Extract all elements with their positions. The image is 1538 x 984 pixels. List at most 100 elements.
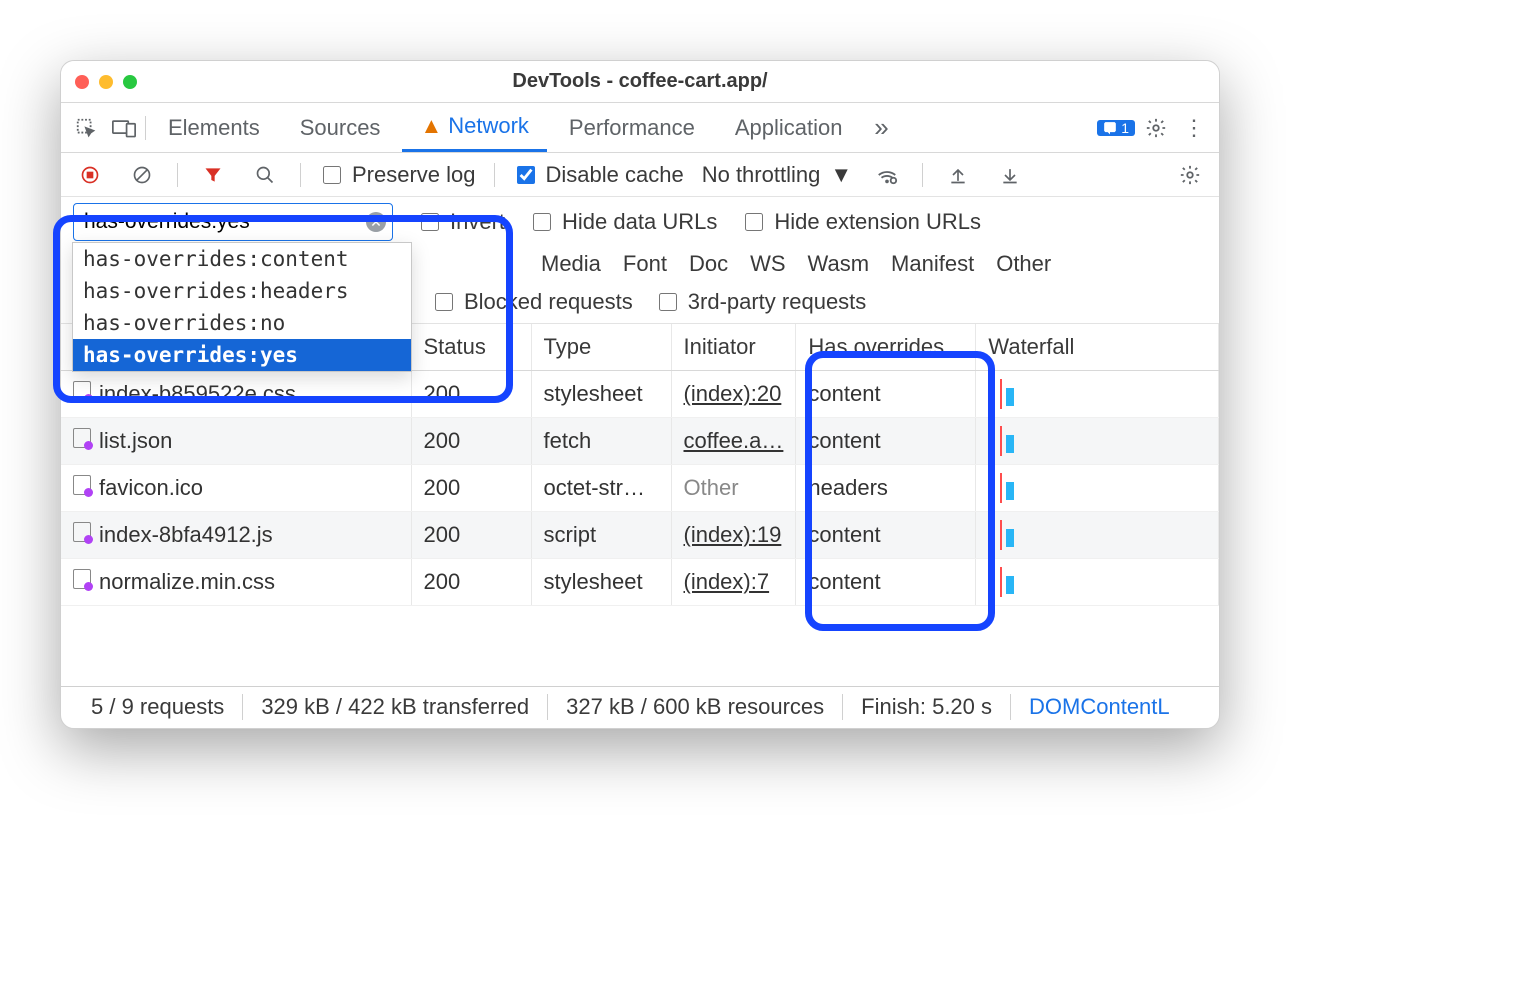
clear-filter-icon[interactable]: ✕	[366, 212, 386, 232]
waterfall-bar	[1006, 435, 1014, 453]
filter-input-wrap: ✕ has-overrides:contenthas-overrides:hea…	[73, 203, 393, 241]
inspect-icon[interactable]	[69, 111, 103, 145]
warning-icon: ▲	[420, 113, 442, 139]
table-row[interactable]: index-b859522e.css200stylesheet(index):2…	[61, 371, 1219, 418]
invert-checkbox[interactable]: Invert	[417, 209, 505, 235]
col-overrides[interactable]: Has overrides	[796, 324, 976, 371]
type-filter-wasm[interactable]: Wasm	[808, 251, 870, 277]
hide-ext-urls-checkbox[interactable]: Hide extension URLs	[741, 209, 981, 235]
cell-name: index-8bfa4912.js	[61, 512, 411, 559]
type-filter-font[interactable]: Font	[623, 251, 667, 277]
download-har-icon[interactable]	[993, 158, 1027, 192]
network-toolbar: Preserve log Disable cache No throttling…	[61, 153, 1219, 197]
tab-performance[interactable]: Performance	[551, 103, 713, 152]
blocked-requests-label: Blocked requests	[464, 289, 633, 315]
file-override-icon	[73, 475, 91, 495]
search-icon[interactable]	[248, 158, 282, 192]
cell-name: favicon.ico	[61, 465, 411, 512]
cell-initiator[interactable]: (index):7	[671, 559, 796, 606]
type-filter-doc[interactable]: Doc	[689, 251, 728, 277]
table-row[interactable]: index-8bfa4912.js200script(index):19cont…	[61, 512, 1219, 559]
errors-badge[interactable]: 1	[1097, 120, 1135, 136]
table-row[interactable]: list.json200fetchcoffee.a…content	[61, 418, 1219, 465]
waterfall-timeline-marker	[1000, 473, 1002, 503]
col-initiator[interactable]: Initiator	[671, 324, 796, 371]
suggestion-item[interactable]: has-overrides:no	[73, 307, 411, 339]
suggestion-item[interactable]: has-overrides:headers	[73, 275, 411, 307]
suggestion-item[interactable]: has-overrides:content	[73, 243, 411, 275]
cell-status: 200	[411, 418, 531, 465]
clear-button[interactable]	[125, 158, 159, 192]
separator	[494, 163, 495, 187]
status-finish: Finish: 5.20 s	[843, 694, 1011, 720]
upload-har-icon[interactable]	[941, 158, 975, 192]
status-dcl: DOMContentL	[1011, 694, 1188, 720]
separator	[177, 163, 178, 187]
network-conditions-icon[interactable]	[870, 158, 904, 192]
col-status[interactable]: Status	[411, 324, 531, 371]
type-filter-other[interactable]: Other	[996, 251, 1051, 277]
type-filter-ws[interactable]: WS	[750, 251, 785, 277]
hide-data-urls-checkbox[interactable]: Hide data URLs	[529, 209, 717, 235]
file-name: favicon.ico	[99, 475, 203, 500]
suggestion-item[interactable]: has-overrides:yes	[73, 339, 411, 371]
cell-status: 200	[411, 512, 531, 559]
tab-network[interactable]: ▲ Network	[402, 103, 546, 152]
cell-type: octet-str…	[531, 465, 671, 512]
table-row[interactable]: favicon.ico200octet-str…Otherheaders	[61, 465, 1219, 512]
file-override-icon	[73, 428, 91, 448]
blocked-requests-checkbox[interactable]: Blocked requests	[431, 289, 633, 315]
preserve-log-checkbox[interactable]: Preserve log	[319, 162, 476, 188]
file-name: normalize.min.css	[99, 569, 275, 594]
chevron-down-icon: ▼	[830, 162, 852, 188]
waterfall-timeline-marker	[1000, 426, 1002, 456]
waterfall-timeline-marker	[1000, 379, 1002, 409]
tab-sources[interactable]: Sources	[282, 103, 399, 152]
throttling-value: No throttling	[702, 162, 821, 188]
tab-network-label: Network	[448, 113, 529, 139]
requests-table: Name Status Type Initiator Has overrides…	[61, 324, 1219, 686]
file-name: index-b859522e.css	[99, 381, 296, 406]
status-transferred: 329 kB / 422 kB transferred	[243, 694, 548, 720]
throttling-select[interactable]: No throttling ▼	[702, 162, 852, 188]
record-button[interactable]	[73, 158, 107, 192]
more-tabs-icon[interactable]: »	[865, 111, 899, 145]
col-type[interactable]: Type	[531, 324, 671, 371]
cell-waterfall	[976, 418, 1219, 465]
third-party-label: 3rd-party requests	[688, 289, 867, 315]
cell-initiator[interactable]: Other	[671, 465, 796, 512]
hide-data-urls-label: Hide data URLs	[562, 209, 717, 235]
filter-input[interactable]	[80, 206, 366, 238]
cell-type: stylesheet	[531, 559, 671, 606]
file-name: list.json	[99, 428, 172, 453]
settings-icon[interactable]	[1139, 111, 1173, 145]
cell-initiator[interactable]: coffee.a…	[671, 418, 796, 465]
cell-initiator[interactable]: (index):19	[671, 512, 796, 559]
cell-overrides: content	[796, 559, 976, 606]
cell-type: stylesheet	[531, 371, 671, 418]
waterfall-timeline-marker	[1000, 567, 1002, 597]
cell-initiator[interactable]: (index):20	[671, 371, 796, 418]
disable-cache-checkbox[interactable]: Disable cache	[513, 162, 684, 188]
kebab-menu-icon[interactable]: ⋮	[1177, 111, 1211, 145]
type-filter-manifest[interactable]: Manifest	[891, 251, 974, 277]
tab-application[interactable]: Application	[717, 103, 861, 152]
col-waterfall[interactable]: Waterfall	[976, 324, 1219, 371]
type-filter-media[interactable]: Media	[541, 251, 601, 277]
cell-waterfall	[976, 512, 1219, 559]
table-row[interactable]: normalize.min.css200stylesheet(index):7c…	[61, 559, 1219, 606]
third-party-checkbox[interactable]: 3rd-party requests	[655, 289, 867, 315]
window-title: DevTools - coffee-cart.app/	[61, 70, 1219, 93]
cell-overrides: content	[796, 512, 976, 559]
tab-elements[interactable]: Elements	[150, 103, 278, 152]
hide-ext-urls-label: Hide extension URLs	[774, 209, 981, 235]
cell-name: normalize.min.css	[61, 559, 411, 606]
network-settings-icon[interactable]	[1173, 158, 1207, 192]
filter-icon[interactable]	[196, 158, 230, 192]
status-bar: 5 / 9 requests 329 kB / 422 kB transferr…	[61, 686, 1219, 728]
device-toggle-icon[interactable]	[107, 111, 141, 145]
devtools-window: DevTools - coffee-cart.app/ Elements Sou…	[60, 60, 1220, 729]
cell-name: index-b859522e.css	[61, 371, 411, 418]
filter-suggestions: has-overrides:contenthas-overrides:heade…	[72, 242, 412, 372]
waterfall-bar	[1006, 388, 1014, 406]
